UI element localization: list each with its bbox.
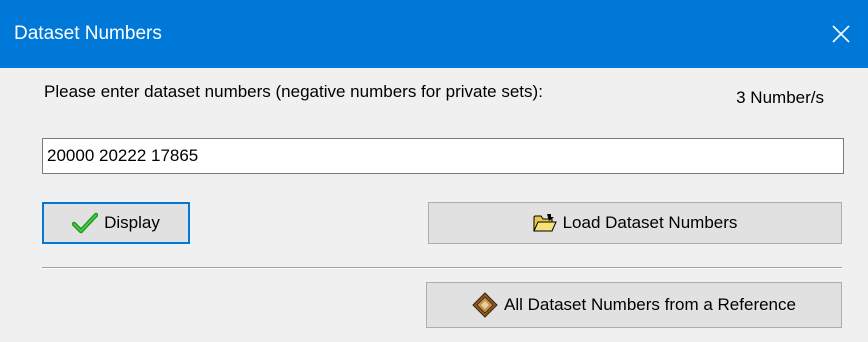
window-title: Dataset Numbers: [14, 23, 162, 44]
dataset-numbers-input[interactable]: [42, 138, 844, 174]
number-count-label: 3 Number/s: [736, 88, 824, 107]
display-button-label: Display: [104, 213, 160, 232]
close-icon: [832, 25, 850, 43]
reference-button-label: All Dataset Numbers from a Reference: [504, 295, 796, 314]
book-icon: [472, 292, 498, 318]
load-button-label: Load Dataset Numbers: [562, 213, 738, 232]
prompt-label: Please enter dataset numbers (negative n…: [44, 82, 543, 101]
open-folder-icon: [532, 213, 557, 233]
title-bar: Dataset Numbers: [0, 0, 868, 68]
all-from-reference-button[interactable]: All Dataset Numbers from a Reference: [426, 282, 842, 328]
checkmark-icon: [72, 212, 99, 234]
separator-line: [42, 267, 842, 269]
load-dataset-numbers-button[interactable]: Load Dataset Numbers: [428, 202, 842, 244]
close-button[interactable]: [814, 0, 868, 68]
display-button[interactable]: Display: [42, 202, 190, 244]
